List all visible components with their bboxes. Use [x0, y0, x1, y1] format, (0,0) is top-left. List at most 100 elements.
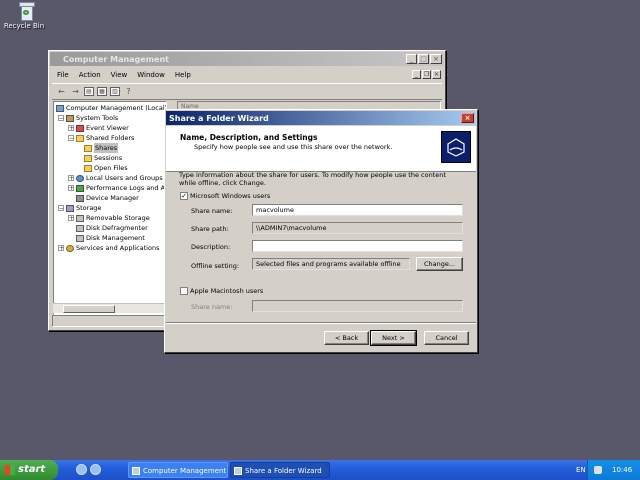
wizard-intro-text: Type information about the share for use…: [179, 171, 446, 187]
collapse-icon[interactable]: −: [68, 135, 74, 142]
expand-icon[interactable]: +: [58, 245, 64, 252]
tree-item-shares[interactable]: Shares: [84, 143, 119, 153]
disk-icon: [76, 234, 84, 242]
forward-arrow-icon[interactable]: →: [70, 87, 81, 97]
tree-horizontal-scrollbar[interactable]: [53, 303, 165, 313]
wizard-title: Share a Folder Wizard: [169, 113, 269, 123]
quick-launch-desktop-icon[interactable]: [76, 464, 87, 475]
task-share-folder-wizard[interactable]: Share a Folder Wizard: [230, 462, 330, 478]
cm-menubar: File Action View Window Help: [52, 68, 442, 81]
storage-icon: [66, 204, 74, 212]
computer-icon: [56, 104, 64, 112]
back-button[interactable]: < Back: [324, 331, 369, 345]
cm-titlebar[interactable]: Computer Management _ □ ×: [50, 52, 444, 66]
tools-icon: [66, 114, 74, 122]
cancel-button[interactable]: Cancel: [424, 331, 469, 345]
wizard-header: Name, Description, and Settings Specify …: [166, 126, 476, 172]
wizard-subheading: Specify how people see and use this shar…: [194, 143, 393, 151]
maximize-button[interactable]: □: [418, 54, 429, 64]
tree-item-shared-folders[interactable]: − Shared Folders: [68, 133, 134, 143]
users-icon: [76, 174, 84, 182]
expand-icon[interactable]: +: [68, 175, 74, 182]
event-viewer-icon: [76, 124, 84, 132]
tree-item-storage[interactable]: − Storage: [58, 203, 101, 213]
disk-icon: [76, 224, 84, 232]
mdi-minimize-button[interactable]: _: [412, 70, 421, 79]
tree-item-system-tools[interactable]: − System Tools: [58, 113, 118, 123]
menu-help[interactable]: Help: [170, 71, 196, 79]
tree-item-disk-defragmenter[interactable]: Disk Defragmenter: [76, 223, 148, 233]
recycle-bin-icon: [18, 2, 35, 21]
wizard-titlebar[interactable]: Share a Folder Wizard ×: [166, 111, 476, 125]
tree-item-local-users[interactable]: + Local Users and Groups: [68, 173, 163, 183]
console-tree: Computer Management (Local) − System Tool…: [53, 101, 167, 315]
wizard-close-button[interactable]: ×: [461, 113, 474, 123]
microsoft-users-checkbox[interactable]: ✓: [180, 192, 188, 200]
microsoft-users-label: Microsoft Windows users: [190, 192, 271, 200]
taskbar: start Computer Management Share a Folder…: [0, 460, 640, 480]
mdi-restore-button[interactable]: ❐: [422, 70, 431, 79]
minimize-button[interactable]: _: [406, 54, 417, 64]
tree-item-services-applications[interactable]: + Services and Applications: [58, 243, 159, 253]
tree-item-computer-management[interactable]: Computer Management (Local): [56, 103, 166, 113]
wizard-heading: Name, Description, and Settings: [180, 133, 318, 142]
tree-item-disk-management[interactable]: Disk Management: [76, 233, 145, 243]
shared-folder-hand-icon: [441, 131, 471, 163]
menu-window[interactable]: Window: [132, 71, 170, 79]
mac-share-name-input[interactable]: [252, 300, 463, 312]
start-label: start: [18, 464, 46, 475]
tree-item-device-manager[interactable]: Device Manager: [76, 193, 139, 203]
performance-icon: [76, 184, 84, 192]
share-name-label: Share name:: [191, 207, 233, 215]
mac-users-label: Apple Macintosh users: [190, 287, 264, 295]
show-hide-tree-icon[interactable]: ▤: [84, 87, 94, 96]
next-button[interactable]: Next >: [370, 330, 417, 346]
start-button[interactable]: start: [0, 460, 58, 480]
menu-view[interactable]: View: [106, 71, 133, 79]
close-button[interactable]: ×: [430, 54, 442, 64]
export-list-icon[interactable]: ▥: [110, 87, 120, 96]
menu-file[interactable]: File: [52, 71, 74, 79]
services-icon: [66, 244, 74, 252]
collapse-icon[interactable]: −: [58, 115, 64, 122]
expand-icon[interactable]: +: [68, 215, 74, 222]
collapse-icon[interactable]: −: [58, 205, 64, 212]
expand-icon[interactable]: +: [68, 185, 74, 192]
description-label: Description:: [191, 243, 231, 251]
properties-icon[interactable]: ▦: [97, 87, 107, 96]
scrollbar-thumb[interactable]: [63, 305, 115, 313]
task-computer-management[interactable]: Computer Management: [128, 462, 228, 478]
description-input[interactable]: [252, 240, 463, 252]
tree-item-open-files[interactable]: Open Files: [84, 163, 128, 173]
language-indicator[interactable]: EN: [576, 462, 586, 478]
cm-title: Computer Management: [63, 54, 169, 64]
cm-toolbar: ← → ▤ ▦ ▥ ?: [52, 83, 442, 100]
folder-icon: [84, 154, 92, 162]
share-name-input[interactable]: macvolume: [252, 204, 463, 216]
help-icon[interactable]: ?: [123, 87, 134, 97]
tree-item-event-viewer[interactable]: + Event Viewer: [68, 123, 129, 133]
system-tray: 10:46: [587, 460, 640, 480]
mdi-close-button[interactable]: ×: [432, 70, 441, 79]
quick-launch-ie-icon[interactable]: [90, 464, 101, 475]
disk-icon: [76, 214, 84, 222]
back-arrow-icon[interactable]: ←: [56, 87, 67, 97]
mac-users-checkbox[interactable]: [180, 287, 188, 295]
expand-icon[interactable]: +: [68, 125, 74, 132]
mac-share-name-label: Share name:: [191, 303, 233, 311]
tree-item-removable-storage[interactable]: + Removable Storage: [68, 213, 150, 223]
volume-icon[interactable]: [594, 466, 602, 474]
button-separator: [166, 322, 476, 324]
share-folder-wizard: Share a Folder Wizard × Name, Descriptio…: [164, 109, 478, 353]
device-manager-icon: [76, 194, 84, 202]
tree-item-sessions[interactable]: Sessions: [84, 153, 122, 163]
computer-management-icon: [132, 467, 140, 475]
windows-flag-icon: [5, 465, 15, 475]
recycle-bin[interactable]: Recycle Bin: [4, 2, 46, 30]
folder-icon: [84, 144, 92, 152]
tree-item-performance-logs[interactable]: + Performance Logs and Al: [68, 183, 166, 193]
menu-action[interactable]: Action: [74, 71, 106, 79]
change-button[interactable]: Change...: [416, 257, 463, 271]
offline-setting-label: Offline setting:: [191, 262, 240, 270]
clock[interactable]: 10:46: [612, 460, 632, 480]
